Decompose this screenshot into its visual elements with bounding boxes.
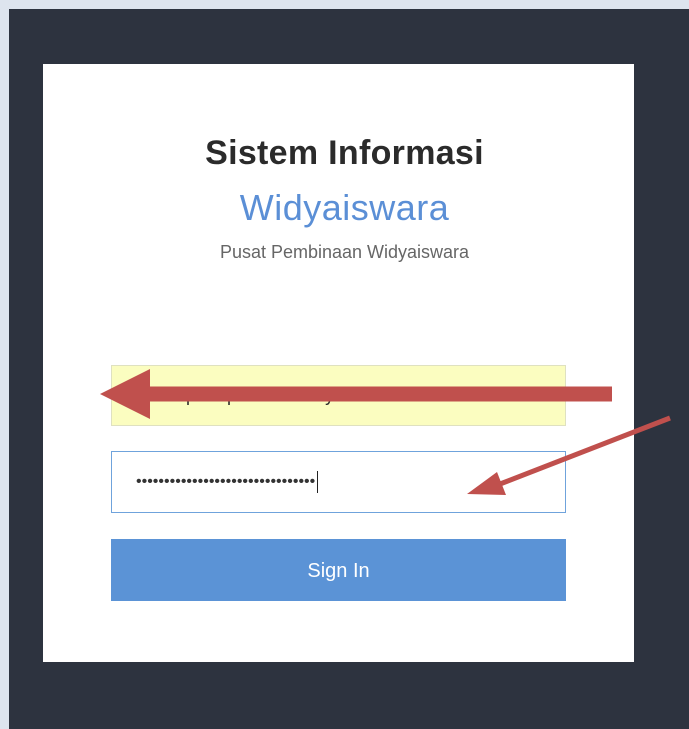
app-tagline: Pusat Pembinaan Widyaiswara [219,242,470,262]
password-value: •••••••••••••••••••••••••••••••• [136,473,316,490]
username-value: chretpr aapanvmio un yonana [146,385,385,405]
sign-in-button[interactable]: Sign In [111,539,566,601]
username-field[interactable]: chretpr aapanvmio un yonana [111,365,566,426]
password-field[interactable]: •••••••••••••••••••••••••••••••• [111,451,566,513]
text-caret [317,470,319,493]
app-title: Sistem Informasi [205,134,484,172]
app-subtitle: Widyaiswara [239,187,450,228]
